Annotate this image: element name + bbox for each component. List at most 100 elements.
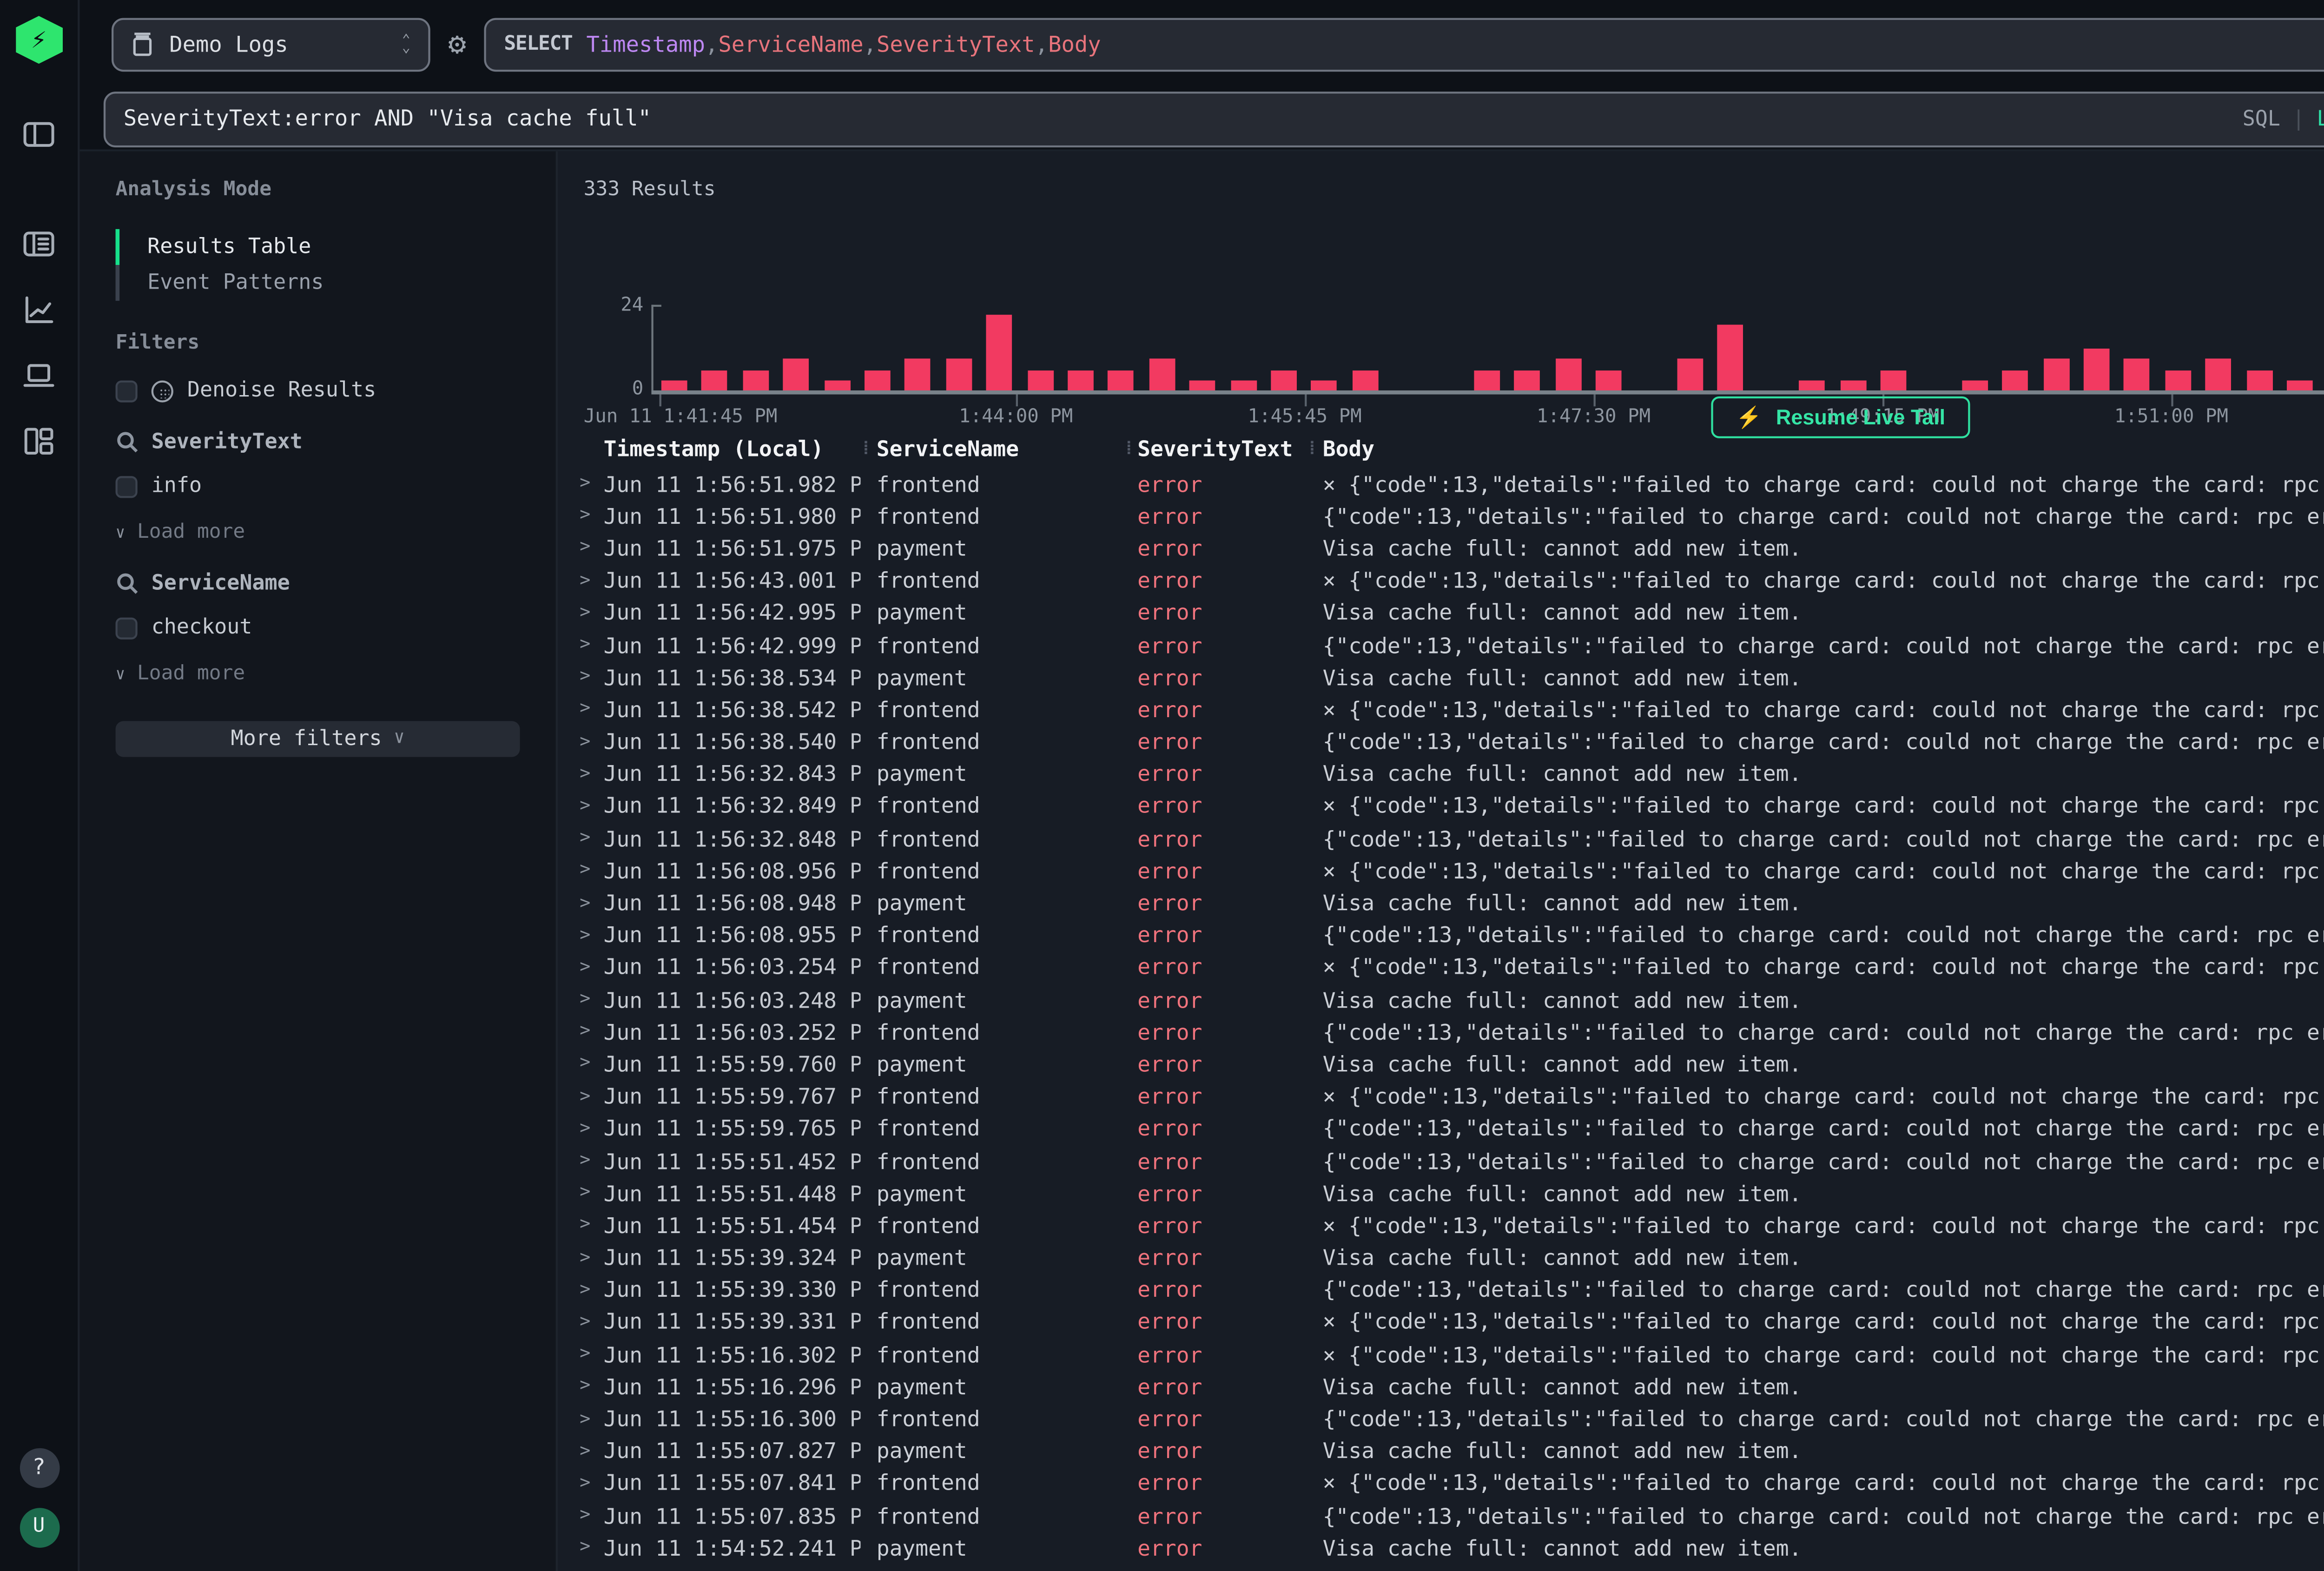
table-row[interactable]: >Jun 11 1:55:51.448 PMpaymenterrorVisa c… <box>558 1177 2324 1209</box>
histogram-bar[interactable] <box>1352 370 1378 390</box>
table-row[interactable]: >Jun 11 1:55:39.330 PMfrontenderror{"cod… <box>558 1274 2324 1307</box>
expand-row-chevron-icon[interactable]: > <box>580 668 603 688</box>
table-row[interactable]: >Jun 11 1:55:59.760 PMpaymenterrorVisa c… <box>558 1049 2324 1081</box>
tab-event-patterns[interactable]: Event Patterns <box>116 265 536 301</box>
histogram-bar[interactable] <box>2124 359 2150 390</box>
table-row[interactable]: >Jun 11 1:56:51.980 PMfrontenderror{"cod… <box>558 501 2324 533</box>
histogram-bar[interactable] <box>1230 380 1256 390</box>
filter-option-info[interactable]: info <box>116 474 536 498</box>
expand-row-chevron-icon[interactable]: > <box>580 1313 603 1333</box>
expand-row-chevron-icon[interactable]: > <box>580 507 603 527</box>
search-logs-icon[interactable] <box>15 221 63 265</box>
table-row[interactable]: >Jun 11 1:55:16.300 PMfrontenderror{"cod… <box>558 1403 2324 1435</box>
expand-row-chevron-icon[interactable]: > <box>580 1377 603 1397</box>
col-header-timestamp[interactable]: Timestamp (Local) <box>604 436 861 462</box>
histogram-bar[interactable] <box>1027 370 1053 390</box>
histogram-bar[interactable] <box>1149 359 1175 390</box>
histogram-bar[interactable] <box>2002 370 2028 390</box>
table-row[interactable]: >Jun 11 1:55:39.324 PMpaymenterrorVisa c… <box>558 1242 2324 1274</box>
resume-live-tail-button[interactable]: ⚡ Resume Live Tail <box>1712 396 1969 438</box>
histogram-bar[interactable] <box>824 380 850 390</box>
table-row[interactable]: >Jun 11 1:55:39.331 PMfrontenderror× {"c… <box>558 1307 2324 1339</box>
column-resize-handle[interactable]: ⁞ <box>1307 439 1322 459</box>
histogram-bar[interactable] <box>1271 370 1297 390</box>
lucene-mode-button[interactable]: Lucene <box>2317 106 2324 130</box>
histogram-bar[interactable] <box>2043 359 2069 390</box>
table-row[interactable]: >Jun 11 1:56:42.999 PMfrontenderror{"cod… <box>558 629 2324 661</box>
chart-explorer-icon[interactable] <box>15 287 63 330</box>
histogram-bar[interactable] <box>702 370 728 390</box>
histogram-bar[interactable] <box>1068 370 1094 390</box>
collapse-sidebar-icon[interactable] <box>15 112 63 155</box>
expand-row-chevron-icon[interactable]: > <box>580 1119 603 1139</box>
table-row[interactable]: >Jun 11 1:56:38.534 PMpaymenterrorVisa c… <box>558 661 2324 693</box>
source-select[interactable]: Demo Logs ⌃⌄ <box>112 17 430 71</box>
expand-row-chevron-icon[interactable]: > <box>580 797 603 817</box>
table-row[interactable]: >Jun 11 1:56:51.975 PMpaymenterrorVisa c… <box>558 533 2324 565</box>
expand-row-chevron-icon[interactable]: > <box>580 958 603 978</box>
table-row[interactable]: >Jun 11 1:55:07.835 PMfrontenderror{"cod… <box>558 1500 2324 1532</box>
table-row[interactable]: >Jun 11 1:56:38.542 PMfrontenderror× {"c… <box>558 694 2324 726</box>
histogram-bar[interactable] <box>1555 359 1581 390</box>
histogram-bar[interactable] <box>2084 349 2110 390</box>
table-row[interactable]: >Jun 11 1:55:16.296 PMpaymenterrorVisa c… <box>558 1371 2324 1403</box>
table-row[interactable]: >Jun 11 1:56:42.995 PMpaymenterrorVisa c… <box>558 597 2324 629</box>
histogram-bar[interactable] <box>661 380 687 390</box>
expand-row-chevron-icon[interactable]: > <box>580 474 603 494</box>
expand-row-chevron-icon[interactable]: > <box>580 1087 603 1107</box>
histogram-bar[interactable] <box>2165 370 2191 390</box>
histogram-bar[interactable] <box>2246 370 2272 390</box>
table-row[interactable]: >Jun 11 1:55:59.767 PMfrontenderror× {"c… <box>558 1081 2324 1113</box>
expand-row-chevron-icon[interactable]: > <box>580 861 603 881</box>
expand-row-chevron-icon[interactable]: > <box>580 1023 603 1043</box>
col-header-body[interactable]: Body <box>1323 436 2324 462</box>
histogram-bar[interactable] <box>1515 370 1541 390</box>
histogram-bar[interactable] <box>2287 380 2313 390</box>
expand-row-chevron-icon[interactable]: > <box>580 1055 603 1075</box>
table-row[interactable]: >Jun 11 1:56:32.849 PMfrontenderror× {"c… <box>558 791 2324 823</box>
table-row[interactable]: >Jun 11 1:56:08.948 PMpaymenterrorVisa c… <box>558 887 2324 919</box>
column-resize-handle[interactable]: ⁞ <box>1123 439 1137 459</box>
expand-row-chevron-icon[interactable]: > <box>580 990 603 1010</box>
checkbox[interactable] <box>116 475 138 497</box>
table-row[interactable]: >Jun 11 1:54:52.241 PMpaymenterrorVisa c… <box>558 1532 2324 1564</box>
histogram-bar[interactable] <box>1312 380 1338 390</box>
table-row[interactable]: >Jun 11 1:55:07.841 PMfrontenderror× {"c… <box>558 1468 2324 1500</box>
checkbox[interactable] <box>116 379 138 401</box>
user-avatar[interactable]: U <box>19 1507 59 1547</box>
expand-row-chevron-icon[interactable]: > <box>580 1281 603 1300</box>
histogram-bar[interactable] <box>1474 370 1500 390</box>
expand-row-chevron-icon[interactable]: > <box>580 1538 603 1558</box>
search-input[interactable]: SeverityText:error AND "Visa cache full"… <box>104 91 2324 146</box>
expand-row-chevron-icon[interactable]: > <box>580 829 603 849</box>
sql-mode-button[interactable]: SQL <box>2243 106 2280 130</box>
expand-row-chevron-icon[interactable]: > <box>580 893 603 913</box>
table-row[interactable]: >Jun 11 1:55:51.454 PMfrontenderror× {"c… <box>558 1210 2324 1242</box>
expand-row-chevron-icon[interactable]: > <box>580 1474 603 1494</box>
histogram-bar[interactable] <box>1962 380 1988 390</box>
hyperdx-logo-icon[interactable]: ⚡ <box>15 16 63 64</box>
checkbox[interactable] <box>116 616 138 638</box>
table-row[interactable]: >Jun 11 1:56:03.252 PMfrontenderror{"cod… <box>558 1017 2324 1049</box>
expand-row-chevron-icon[interactable]: > <box>580 571 603 591</box>
expand-row-chevron-icon[interactable]: > <box>580 765 603 785</box>
histogram-bar[interactable] <box>1718 324 1744 390</box>
dashboards-icon[interactable] <box>15 418 63 462</box>
expand-row-chevron-icon[interactable]: > <box>580 732 603 752</box>
column-resize-handle[interactable]: ⁞ <box>860 439 876 459</box>
expand-row-chevron-icon[interactable]: > <box>580 1442 603 1462</box>
filter-option-checkout[interactable]: checkout <box>116 615 536 639</box>
histogram-bar[interactable] <box>1189 380 1215 390</box>
source-settings-gear-icon[interactable]: ⚙ <box>448 26 466 62</box>
select-columns-input[interactable]: SELECT Timestamp, ServiceName, SeverityT… <box>484 17 2324 71</box>
table-row[interactable]: >Jun 11 1:56:43.001 PMfrontenderror× {"c… <box>558 565 2324 597</box>
table-row[interactable]: >Jun 11 1:56:51.982 PMfrontenderror× {"c… <box>558 468 2324 500</box>
expand-row-chevron-icon[interactable]: > <box>580 1409 603 1429</box>
histogram-bar[interactable] <box>743 370 769 390</box>
table-row[interactable]: >Jun 11 1:56:38.540 PMfrontenderror{"cod… <box>558 726 2324 758</box>
table-row[interactable]: >Jun 11 1:56:32.843 PMpaymenterrorVisa c… <box>558 759 2324 791</box>
tab-results-table[interactable]: Results Table <box>116 229 536 265</box>
histogram-bar[interactable] <box>1677 359 1703 390</box>
table-row[interactable]: >Jun 11 1:55:51.452 PMfrontenderror{"cod… <box>558 1145 2324 1177</box>
expand-row-chevron-icon[interactable]: > <box>580 603 603 623</box>
